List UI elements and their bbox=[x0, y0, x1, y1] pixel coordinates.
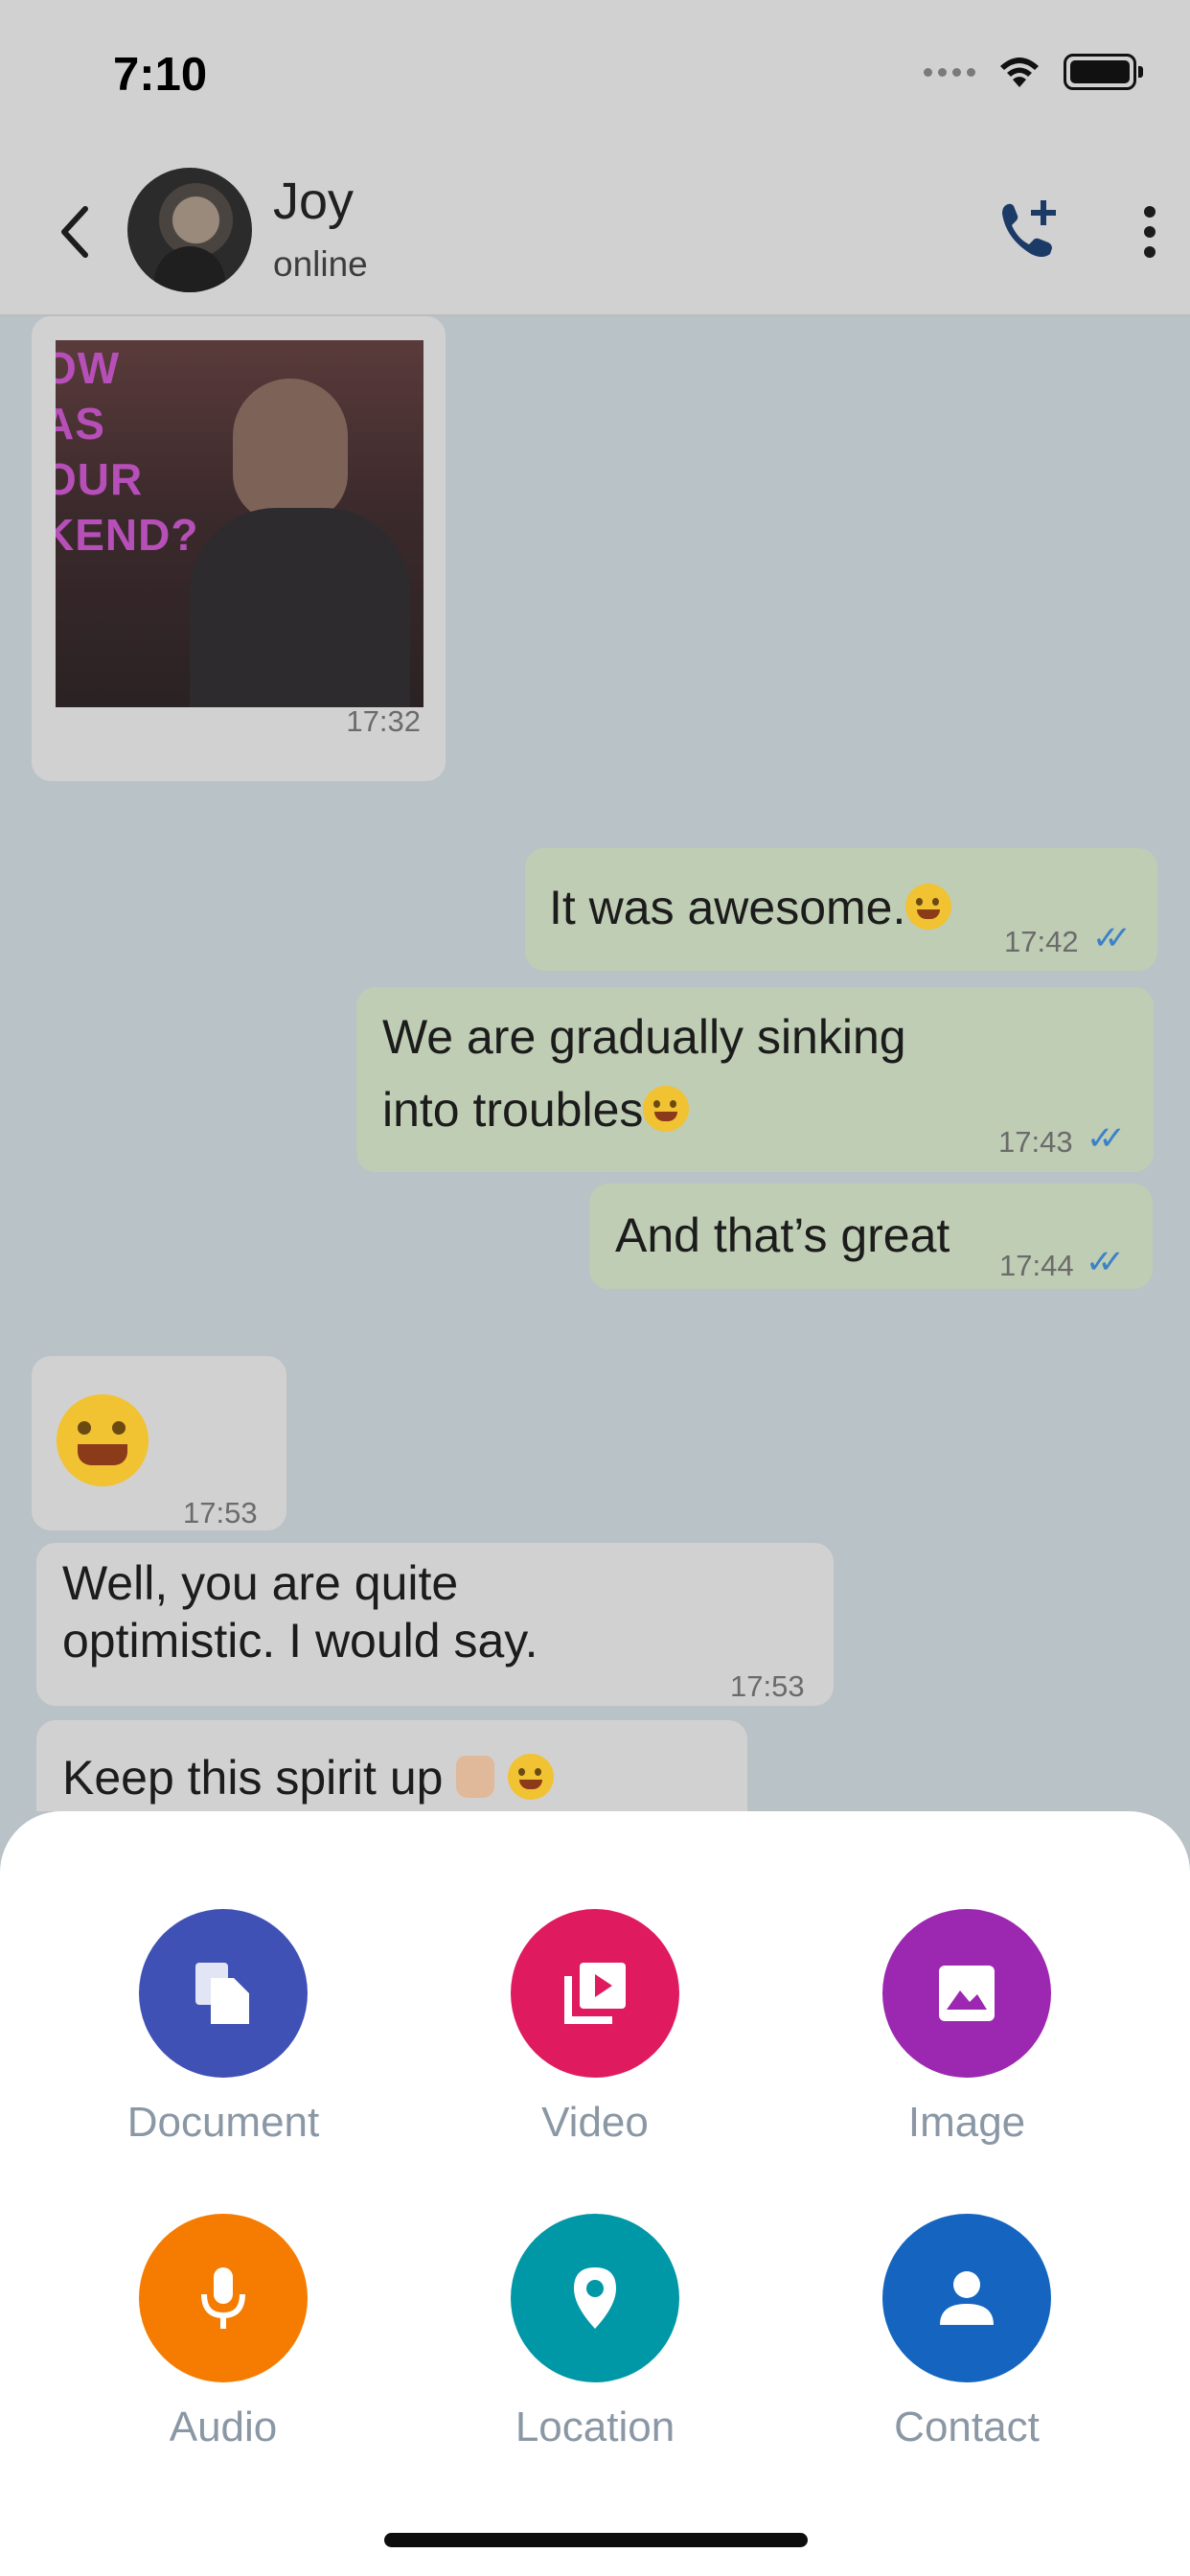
contact-icon-glyph bbox=[940, 2271, 994, 2325]
add-call-icon bbox=[1002, 200, 1056, 257]
person-icon[interactable] bbox=[882, 2214, 1051, 2382]
shared-image[interactable]: OW AS OUR KEND? bbox=[56, 340, 423, 707]
attach-document-button[interactable]: Document bbox=[80, 1909, 367, 2147]
status-icons bbox=[924, 54, 1143, 90]
video-icon-glyph bbox=[564, 1963, 626, 2024]
read-receipt-icon: ✓✓ bbox=[1087, 1120, 1126, 1157]
message-time: 17:42 bbox=[1004, 925, 1079, 958]
back-button[interactable] bbox=[50, 198, 98, 265]
location-pin-icon[interactable] bbox=[511, 2214, 679, 2382]
back-arrow-icon bbox=[61, 206, 88, 258]
thumbs-up-emoji bbox=[456, 1756, 495, 1798]
message-text-line-2: into troubles bbox=[382, 1073, 690, 1146]
attach-audio-button[interactable]: Audio bbox=[80, 2214, 367, 2451]
attachment-sheet: Document Video Image Audio Location Cont… bbox=[0, 1811, 1190, 2576]
message-time: 17:43 bbox=[998, 1125, 1073, 1159]
document-icon-glyph bbox=[195, 1963, 249, 2024]
attach-video-button[interactable]: Video bbox=[451, 1909, 739, 2147]
incoming-message[interactable]: Well, you are quite optimistic. I would … bbox=[36, 1543, 834, 1706]
winking-face-emoji bbox=[905, 884, 952, 930]
rolling-on-the-floor-laughing-emoji bbox=[57, 1394, 149, 1486]
attach-location-button[interactable]: Location bbox=[451, 2214, 739, 2451]
message-text: Keep this spirit up bbox=[62, 1741, 555, 1811]
video-library-icon[interactable] bbox=[511, 1909, 679, 2078]
microphone-icon-glyph bbox=[201, 2267, 245, 2329]
image-icon[interactable] bbox=[882, 1909, 1051, 2078]
attach-image-label: Image bbox=[907, 2099, 1026, 2146]
attach-document-label: Document bbox=[126, 2099, 320, 2146]
read-receipt-icon: ✓✓ bbox=[1092, 920, 1132, 956]
document-icon[interactable] bbox=[139, 1909, 308, 2078]
wifi-icon bbox=[1000, 58, 1039, 87]
image-person bbox=[233, 379, 348, 522]
incoming-message[interactable]: Keep this spirit up 17:53 bbox=[36, 1720, 747, 1811]
attach-location-label: Location bbox=[515, 2404, 675, 2450]
message-text-line-2: optimistic. I would say. bbox=[62, 1614, 538, 1668]
more-vertical-icon bbox=[1144, 206, 1156, 218]
message-text-line-1: Well, you are quite bbox=[62, 1556, 459, 1610]
zany-face-emoji bbox=[643, 1086, 690, 1132]
attach-image-button[interactable]: Image bbox=[823, 1909, 1110, 2147]
message-time: 17:53 bbox=[730, 1669, 805, 1703]
chat-header: Joy online bbox=[0, 149, 1190, 316]
cellular-signal-icon bbox=[924, 67, 975, 77]
attach-video-label: Video bbox=[541, 2099, 649, 2146]
attach-contact-label: Contact bbox=[894, 2404, 1040, 2450]
outgoing-message[interactable]: And that’s great 17:44 ✓✓ bbox=[589, 1184, 1153, 1289]
attach-contact-button[interactable]: Contact bbox=[823, 2214, 1110, 2451]
add-call-button[interactable] bbox=[995, 196, 1062, 264]
rolling-on-the-floor-laughing-emoji bbox=[508, 1754, 555, 1800]
message-time: 17:53 bbox=[183, 1496, 258, 1530]
read-receipt-icon: ✓✓ bbox=[1086, 1244, 1125, 1280]
image-overlay-text: OW AS OUR KEND? bbox=[56, 343, 199, 560]
battery-icon bbox=[1064, 54, 1143, 90]
message-text-line-1: We are gradually sinking bbox=[382, 1010, 906, 1064]
outgoing-message[interactable]: It was awesome. 17:42 ✓✓ bbox=[525, 848, 1157, 971]
message-time: 17:32 bbox=[346, 704, 421, 738]
message-time: 17:53 bbox=[646, 1789, 721, 1811]
home-indicator[interactable] bbox=[384, 2533, 808, 2547]
message-text: And that’s great bbox=[615, 1208, 950, 1262]
more-options-button[interactable] bbox=[1131, 198, 1169, 265]
outgoing-message[interactable]: We are gradually sinking into troubles 1… bbox=[356, 987, 1154, 1172]
contact-status: online bbox=[273, 244, 368, 284]
image-icon-glyph bbox=[939, 1966, 995, 2021]
status-time: 7:10 bbox=[113, 49, 208, 101]
attach-audio-label: Audio bbox=[169, 2404, 278, 2450]
chat-message-list[interactable]: OW AS OUR KEND? 17:32 It was awesome. 17… bbox=[0, 316, 1190, 1811]
microphone-icon[interactable] bbox=[139, 2214, 308, 2382]
message-text: It was awesome. bbox=[549, 871, 952, 944]
status-bar: 7:10 bbox=[0, 0, 1190, 149]
incoming-image-message[interactable]: OW AS OUR KEND? 17:32 bbox=[32, 316, 446, 781]
incoming-emoji-message[interactable]: 17:53 bbox=[32, 1356, 286, 1530]
contact-name[interactable]: Joy bbox=[273, 172, 354, 231]
avatar[interactable] bbox=[127, 168, 252, 292]
location-icon-glyph bbox=[574, 2267, 616, 2329]
message-time: 17:44 bbox=[999, 1249, 1074, 1282]
